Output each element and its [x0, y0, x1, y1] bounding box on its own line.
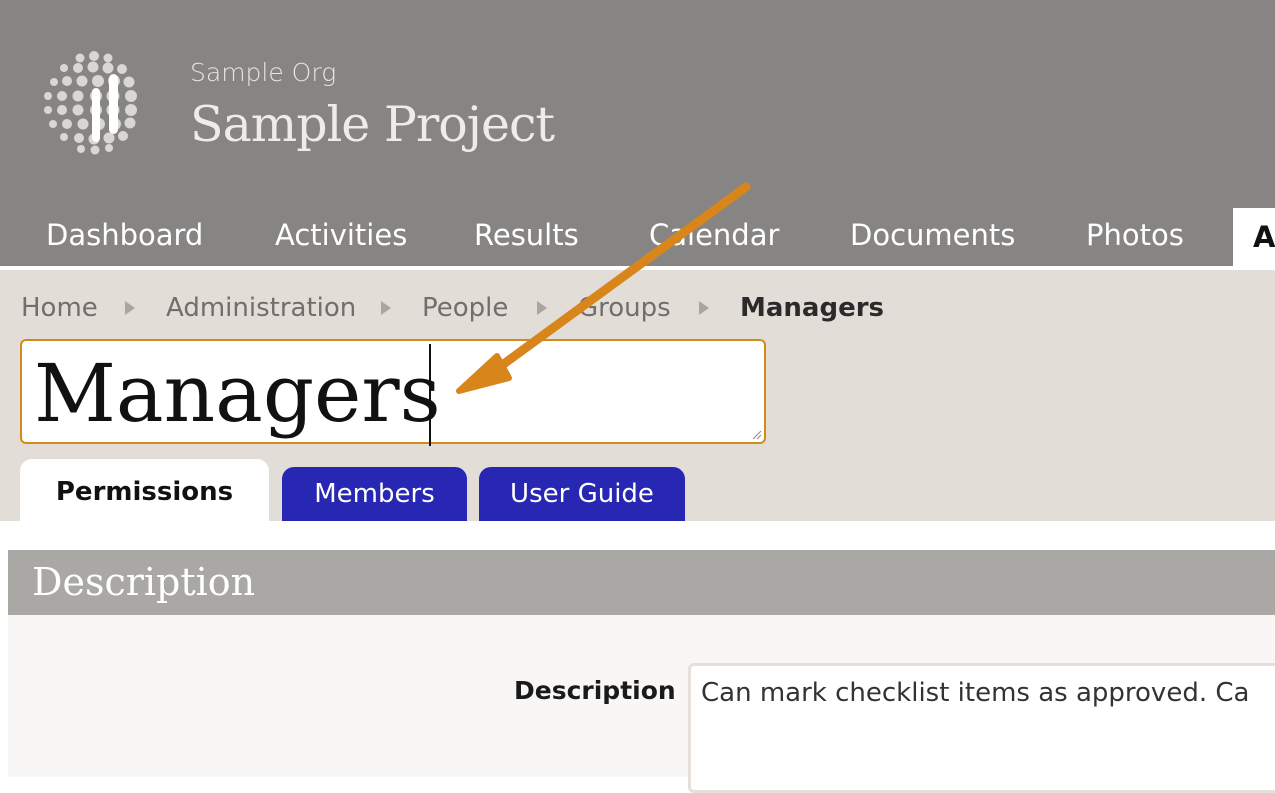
nav-administration[interactable]: A: [1233, 208, 1275, 266]
nav-calendar[interactable]: Calendar: [649, 218, 779, 252]
breadcrumb-administration[interactable]: Administration: [166, 293, 356, 323]
main-nav: Dashboard Activities Results Calendar Do…: [0, 208, 1275, 266]
tab-permissions[interactable]: Permissions: [20, 459, 269, 521]
description-value: Can mark checklist items as approved. Ca: [701, 678, 1250, 708]
group-name-value: Managers: [34, 347, 441, 440]
org-name: Sample Org: [190, 58, 337, 87]
breadcrumb-separator-icon: [381, 301, 391, 315]
breadcrumb-current: Managers: [740, 293, 885, 323]
nav-documents[interactable]: Documents: [850, 218, 1015, 252]
breadcrumb-separator-icon: [125, 301, 135, 315]
description-label: Description: [514, 676, 676, 705]
tab-members[interactable]: Members: [282, 467, 467, 521]
breadcrumb-home[interactable]: Home: [21, 293, 98, 323]
nav-activities[interactable]: Activities: [275, 218, 407, 252]
section-header: Description: [8, 550, 1275, 615]
group-name-input[interactable]: Managers: [20, 339, 766, 446]
resize-grip-icon[interactable]: [752, 430, 762, 440]
app-header: Sample Org Sample Project: [0, 0, 1275, 208]
spacer: [0, 521, 1275, 550]
tab-user-guide[interactable]: User Guide: [479, 467, 685, 521]
section-title: Description: [32, 560, 256, 604]
description-field[interactable]: Can mark checklist items as approved. Ca: [688, 663, 1275, 793]
nav-dashboard[interactable]: Dashboard: [46, 218, 203, 252]
nav-results[interactable]: Results: [474, 218, 579, 252]
breadcrumb-separator-icon: [699, 301, 709, 315]
project-name[interactable]: Sample Project: [190, 96, 555, 153]
dotted-globe-icon: [38, 46, 150, 158]
nav-photos[interactable]: Photos: [1086, 218, 1184, 252]
breadcrumb-groups[interactable]: Groups: [578, 293, 671, 323]
text-caret: [429, 344, 431, 446]
breadcrumb-separator-icon: [537, 301, 547, 315]
breadcrumb-people[interactable]: People: [422, 293, 508, 323]
